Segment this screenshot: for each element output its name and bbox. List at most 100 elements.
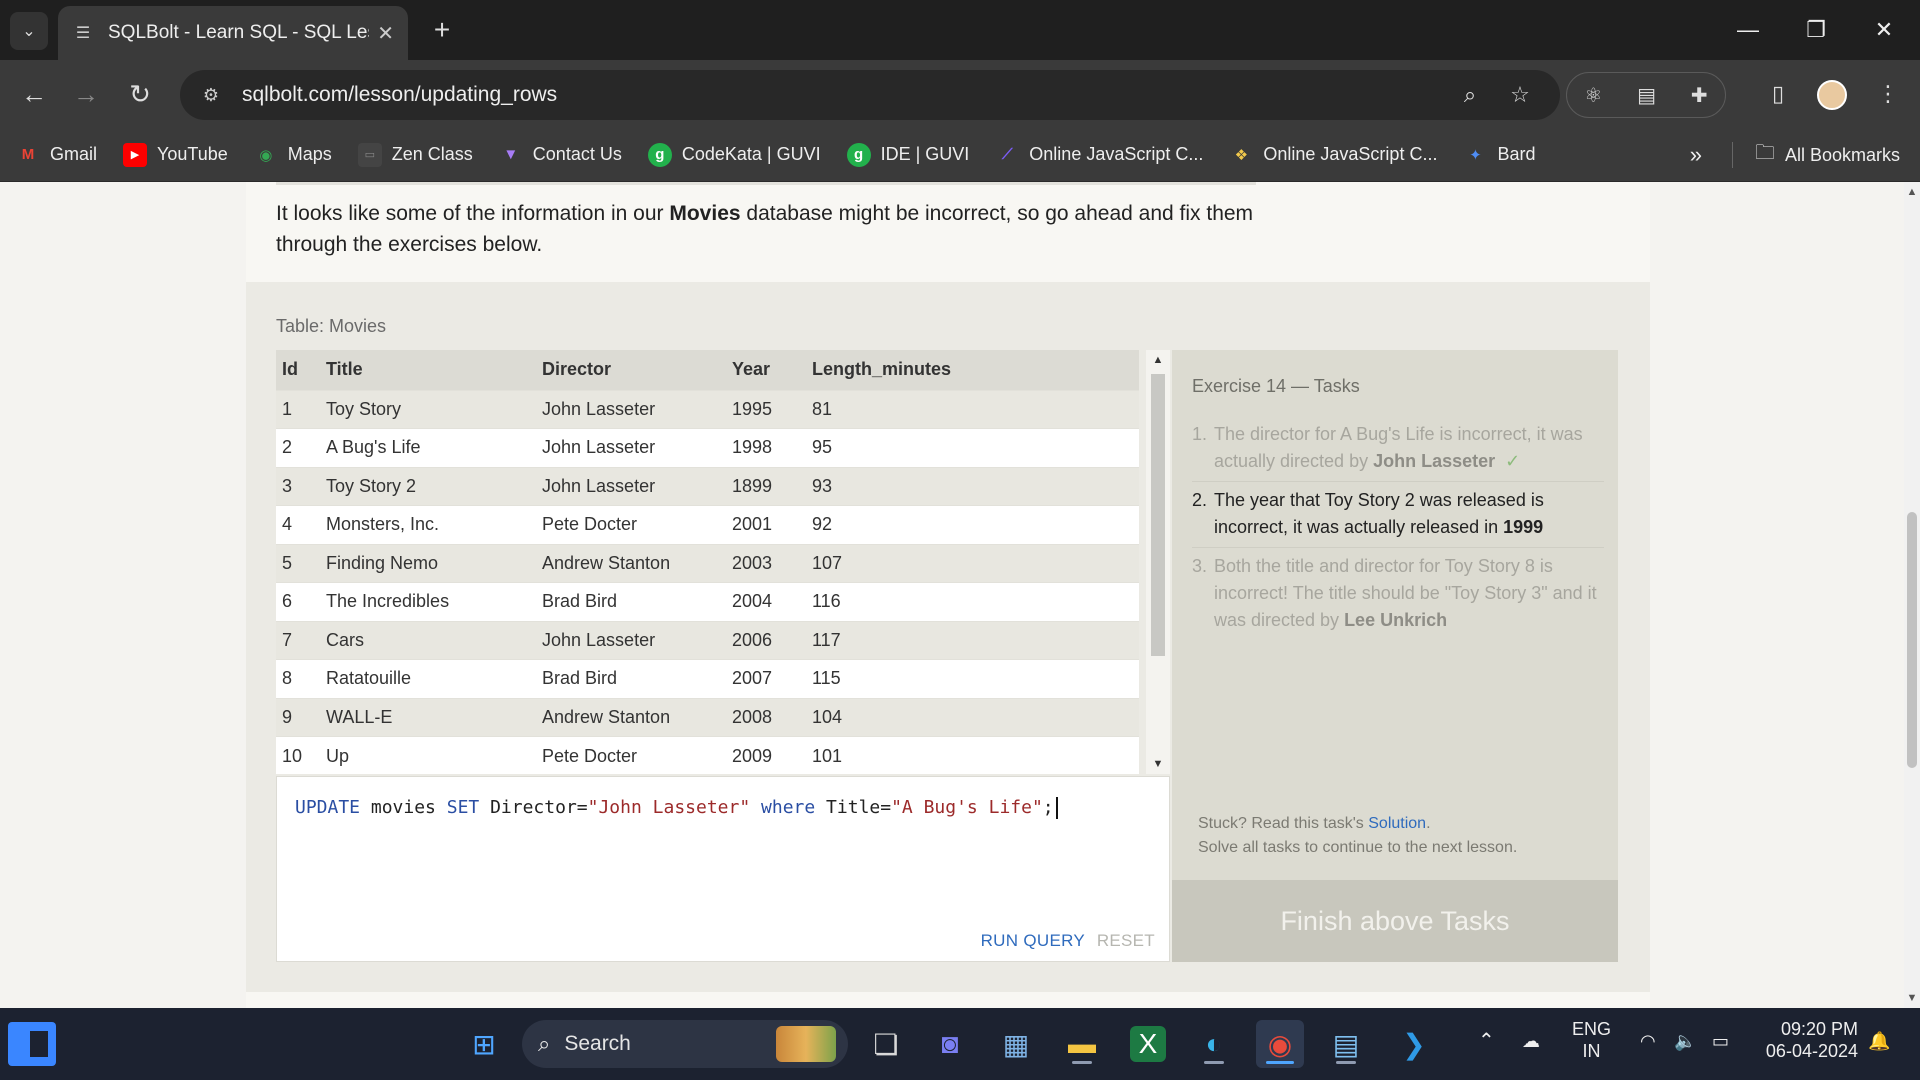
bookmark-ide-guvi[interactable]: g IDE | GUVI	[846, 142, 969, 167]
url-text[interactable]: sqlbolt.com/lesson/updating_rows	[242, 83, 1442, 107]
file-explorer-icon[interactable]: ▬	[1058, 1020, 1106, 1068]
store-icon[interactable]: ▦	[992, 1020, 1040, 1068]
avatar[interactable]	[1817, 80, 1847, 110]
forward-button[interactable]: →	[64, 72, 108, 116]
tab-sqlbolt[interactable]: ☰ SQLBolt - Learn SQL - SQL Less ✕	[58, 6, 408, 60]
finish-tasks-button[interactable]: Finish above Tasks	[1172, 880, 1618, 962]
bookmark-contact-us[interactable]: ▼ Contact Us	[499, 143, 621, 167]
bookmark-maps[interactable]: ◉ Maps	[254, 143, 332, 167]
movies-table-container[interactable]: Id Title Director Year Length_minutes 1T…	[276, 350, 1146, 774]
tab-search-menu-button[interactable]: ⌄	[10, 12, 48, 50]
side-panel-icon[interactable]: ▯	[1756, 72, 1800, 116]
language-indicator[interactable]: ENG IN	[1572, 1018, 1611, 1062]
more-menu-icon[interactable]: ⋮	[1866, 72, 1910, 116]
bookmark-online-js-2[interactable]: ❖ Online JavaScript C...	[1229, 143, 1438, 167]
tab-title: SQLBolt - Learn SQL - SQL Less	[108, 22, 370, 43]
scroll-up-icon[interactable]: ▲	[1146, 354, 1170, 366]
restore-button[interactable]: ❐	[1786, 8, 1846, 52]
chevron-double-right-icon[interactable]: »	[1690, 142, 1702, 168]
sql-string: "A Bug's Life"	[891, 797, 1043, 818]
table-cell: 5	[276, 543, 320, 583]
windows-start-icon[interactable]: ⊞	[460, 1020, 508, 1068]
taskbar-search[interactable]: ⌕ Search	[522, 1020, 848, 1068]
zoom-icon[interactable]: ⌕	[1448, 73, 1492, 117]
site-info-icon[interactable]: ⚙	[198, 82, 224, 108]
table-scrollbar[interactable]: ▲ ▼	[1146, 350, 1170, 774]
table-row: 1 Toy Story John Lasseter 1995 81	[276, 389, 1139, 429]
task-item: 1. The director for A Bug's Life is inco…	[1192, 416, 1604, 482]
clock[interactable]: 09:20 PM 06-04-2024	[1758, 1018, 1858, 1062]
bookmark-star-icon[interactable]: ☆	[1498, 73, 1542, 117]
table-cell: A Bug's Life	[320, 428, 536, 467]
sql-keyword: SET	[446, 797, 480, 818]
all-bookmarks-button[interactable]: All Bookmarks	[1785, 145, 1900, 166]
run-query-button[interactable]: RUN QUERY	[981, 931, 1085, 951]
task-number: 2.	[1192, 490, 1208, 510]
address-bar[interactable]: ⚙ sqlbolt.com/lesson/updating_rows ⌕ ☆	[180, 70, 1560, 120]
table-cell: 9	[276, 697, 320, 737]
scroll-up-icon[interactable]: ▲	[1904, 186, 1920, 198]
extensions-puzzle-icon[interactable]: ✚	[1691, 83, 1708, 108]
table-row: 7 Cars John Lasseter 2006 117	[276, 620, 1139, 660]
scrollbar-thumb[interactable]	[1151, 374, 1165, 656]
chevron-up-icon[interactable]: ⌃	[1478, 1030, 1495, 1052]
edge-icon[interactable]: ◐	[1190, 1020, 1238, 1068]
sql-query-editor[interactable]: UPDATE movies SET Director="John Lassete…	[276, 776, 1170, 962]
bookmark-codekata-guvi[interactable]: g CodeKata | GUVI	[647, 142, 821, 167]
react-devtools-icon[interactable]: ⚛	[1584, 83, 1602, 108]
zen-class-icon: ▭	[357, 142, 382, 167]
notification-bell-icon[interactable]: 🔔	[1868, 1030, 1890, 1052]
volume-icon[interactable]: 🔈	[1674, 1030, 1696, 1052]
movies-table: Id Title Director Year Length_minutes 1T…	[276, 350, 1139, 774]
extension-calendar-icon[interactable]: ▤	[1637, 83, 1656, 108]
sql-token: Director=	[479, 797, 588, 818]
reload-button[interactable]: ↻	[118, 72, 162, 116]
table-cell: 104	[806, 697, 1139, 737]
column-header: Year	[726, 350, 806, 390]
chrome-icon[interactable]: ◉	[1256, 1020, 1304, 1068]
solution-link[interactable]: Solution	[1368, 815, 1426, 832]
sql-string: "John Lasseter"	[587, 797, 751, 818]
separator	[1731, 142, 1733, 168]
table-cell: 2006	[726, 620, 806, 660]
task-view-icon[interactable]: ❏	[862, 1020, 910, 1068]
excel-icon[interactable]: X	[1130, 1026, 1166, 1062]
bookmarks-bar: M Gmail ▶ YouTube ◉ Maps ▭ Zen Class ▼ C…	[0, 128, 1920, 182]
table-cell: 1995	[726, 389, 806, 429]
guvi-icon: g	[647, 142, 672, 167]
scrollbar-thumb[interactable]	[1907, 512, 1917, 768]
minimize-button[interactable]: —	[1718, 8, 1778, 52]
checkmark-icon: ✓	[1505, 451, 1521, 471]
table-cell: 107	[806, 543, 1139, 583]
bookmark-online-js-1[interactable]: ⟋ Online JavaScript C...	[995, 143, 1203, 167]
onedrive-icon[interactable]: ☁	[1522, 1030, 1540, 1052]
close-icon[interactable]: ✕	[377, 21, 394, 46]
bookmark-gmail[interactable]: M Gmail	[16, 143, 97, 167]
table-cell: 117	[806, 620, 1139, 660]
app-indicator	[1266, 1061, 1294, 1064]
back-button[interactable]: ←	[12, 72, 56, 116]
wifi-icon[interactable]: ◠	[1640, 1030, 1656, 1052]
divider	[276, 182, 1256, 185]
table-cell: 4	[276, 505, 320, 544]
bookmark-youtube[interactable]: ▶ YouTube	[123, 142, 228, 167]
table-row: 2A Bug's Life John Lasseter 1998 95	[276, 428, 1139, 467]
teams-chat-icon[interactable]: ◙	[926, 1020, 974, 1068]
table-row: 6 The Incredibles Brad Bird 2004 116	[276, 582, 1139, 621]
battery-icon[interactable]: ▭	[1712, 1030, 1729, 1052]
bookmark-bard[interactable]: ✦ Bard	[1463, 143, 1535, 167]
notepad-icon[interactable]: ▤	[1322, 1020, 1370, 1068]
bookmark-zen-class[interactable]: ▭ Zen Class	[357, 142, 473, 167]
reset-button[interactable]: RESET	[1097, 931, 1155, 951]
vscode-icon[interactable]: ❯	[1390, 1020, 1438, 1068]
scroll-down-icon[interactable]: ▼	[1146, 758, 1170, 770]
column-header: Length_minutes	[806, 350, 1139, 390]
scroll-down-icon[interactable]: ▼	[1904, 992, 1920, 1004]
page-scrollbar[interactable]: ▲ ▼	[1904, 182, 1920, 1008]
widgets-icon[interactable]	[8, 1022, 56, 1066]
table-cell: 1899	[726, 466, 806, 506]
close-window-button[interactable]: ✕	[1854, 8, 1914, 52]
database-favicon-icon: ☰	[75, 25, 91, 42]
sql-query-text[interactable]: UPDATE movies SET Director="John Lassete…	[295, 797, 1058, 819]
new-tab-button[interactable]: +	[424, 12, 460, 48]
